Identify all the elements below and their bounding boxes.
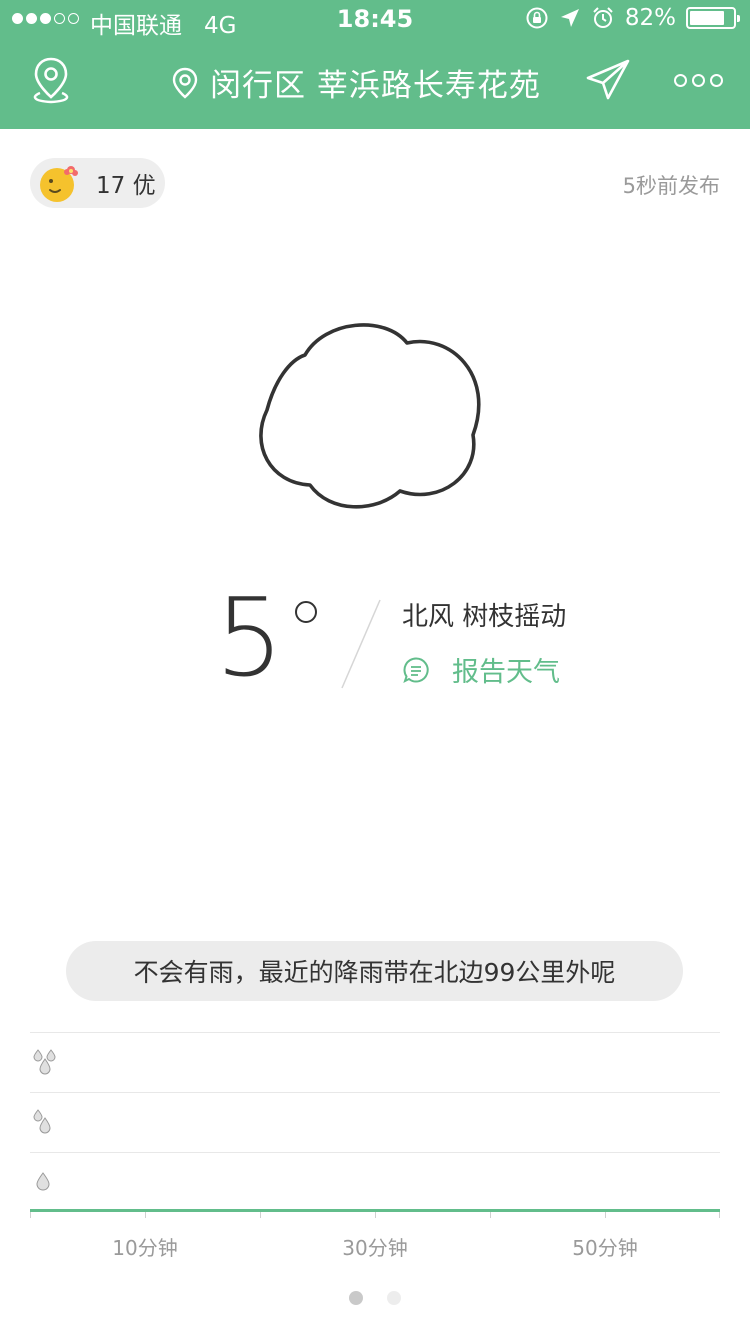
divider-slash xyxy=(341,599,381,689)
location-pin-icon xyxy=(172,67,198,99)
alarm-icon xyxy=(593,7,613,28)
report-weather-button[interactable]: 报告天气 xyxy=(402,650,560,689)
x-tick-mark xyxy=(260,1212,261,1218)
paper-plane-icon xyxy=(586,59,630,100)
x-tick-label: 50分钟 xyxy=(572,1236,638,1260)
page-indicator[interactable] xyxy=(0,1291,750,1305)
wind-info: 北风 树枝摇动 xyxy=(402,602,567,632)
page-dot[interactable] xyxy=(387,1291,401,1305)
more-button[interactable] xyxy=(674,68,724,92)
temperature-display: 5 xyxy=(215,576,317,701)
battery-percent: 82% xyxy=(624,5,676,31)
temperature-value: 5 xyxy=(215,576,284,701)
chart-grid-line xyxy=(30,1152,720,1153)
my-location-button[interactable] xyxy=(28,55,78,105)
aqi-value: 17 优 xyxy=(96,173,156,199)
chat-bubble-icon xyxy=(403,656,429,683)
x-tick-mark xyxy=(145,1212,146,1218)
more-dot-icon xyxy=(710,73,723,87)
precipitation-chart: 10分钟 30分钟 50分钟 xyxy=(30,1032,720,1272)
report-weather-label: 报告天气 xyxy=(452,657,560,688)
degree-symbol xyxy=(295,601,317,623)
x-tick-label: 30分钟 xyxy=(342,1236,408,1260)
chart-grid-line xyxy=(30,1092,720,1093)
location-title: 闵行区 莘浜路长寿花苑 xyxy=(210,68,541,104)
heavy-rain-icon xyxy=(33,1049,56,1075)
nav-bar: 闵行区 莘浜路长寿花苑 xyxy=(0,40,750,129)
x-tick-mark xyxy=(605,1212,606,1218)
x-tick-mark xyxy=(490,1212,491,1218)
battery-icon xyxy=(686,7,740,29)
x-tick-label: 10分钟 xyxy=(112,1236,178,1260)
rotation-lock-icon xyxy=(526,7,548,29)
light-rain-icon xyxy=(36,1172,50,1191)
chart-grid-line xyxy=(30,1032,720,1033)
status-bar: 中国联通 4G 18:45 82% xyxy=(0,0,750,40)
map-pin-icon xyxy=(33,57,69,104)
page-dot[interactable] xyxy=(349,1291,363,1305)
more-dot-icon xyxy=(692,73,705,87)
x-tick-mark xyxy=(375,1212,376,1218)
location-selector[interactable]: 闵行区 莘浜路长寿花苑 xyxy=(170,60,541,105)
cloud-icon xyxy=(259,323,481,509)
smiley-face-icon xyxy=(40,166,78,202)
location-arrow-icon xyxy=(560,9,579,27)
x-tick-mark xyxy=(719,1212,720,1218)
x-tick-mark xyxy=(30,1212,31,1218)
moderate-rain-icon xyxy=(33,1109,51,1134)
header: 中国联通 4G 18:45 82% 闵行区 莘浜路长寿花苑 xyxy=(0,0,750,129)
rain-forecast-message: 不会有雨，最近的降雨带在北边99公里外呢 xyxy=(66,941,683,1001)
publish-time: 5秒前发布 xyxy=(622,174,720,198)
more-dot-icon xyxy=(674,73,687,87)
aqi-badge[interactable]: 17 优 xyxy=(30,158,165,208)
share-button[interactable] xyxy=(585,58,633,102)
